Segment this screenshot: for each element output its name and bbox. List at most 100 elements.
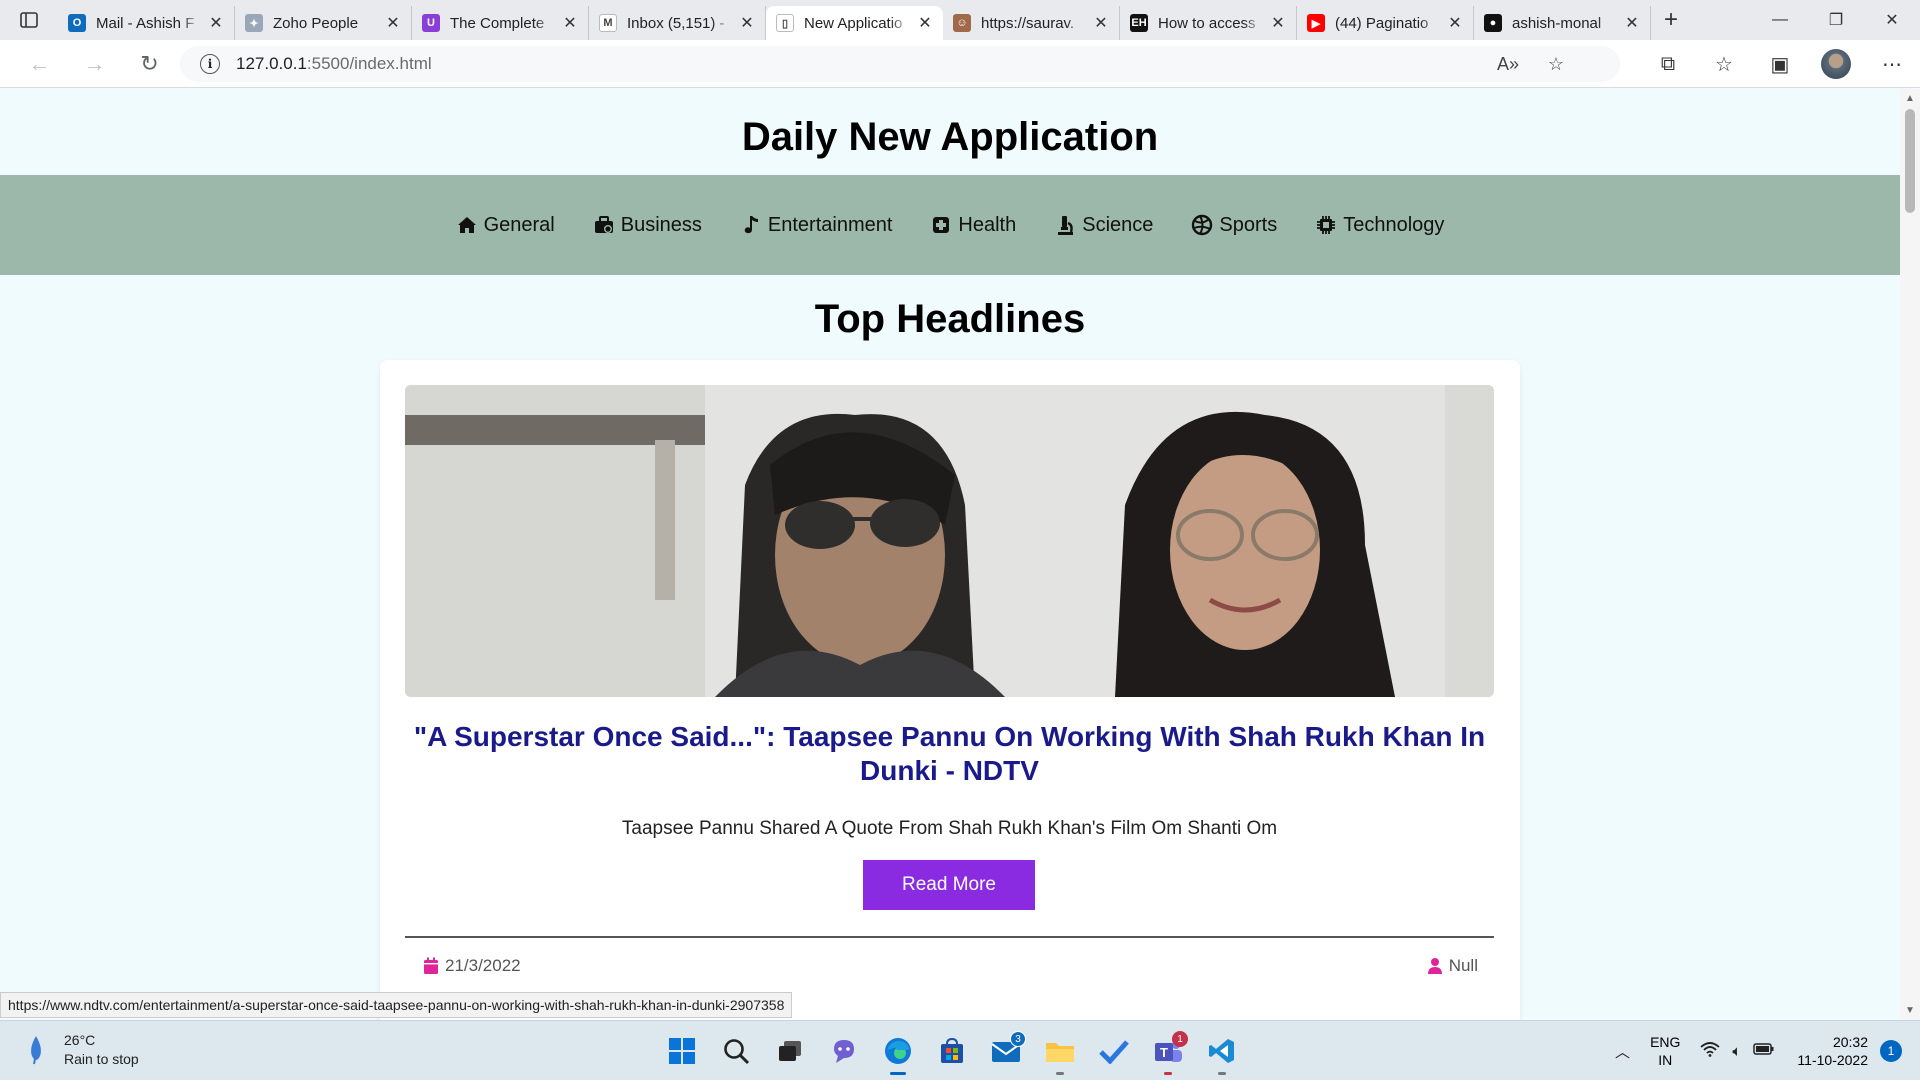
tab-close-icon[interactable]: ✕: [917, 13, 933, 33]
running-indicator: [1056, 1072, 1064, 1075]
taskbar-apps: 3 T 1: [660, 1029, 1244, 1075]
nav-item-business[interactable]: Business: [593, 214, 702, 237]
address-field[interactable]: i 127.0.0.1:5500/index.html: [180, 46, 1620, 82]
tab-close-icon[interactable]: ✕: [739, 13, 755, 33]
article-date-text: 21/3/2022: [445, 956, 521, 975]
section-title: Top Headlines: [814, 297, 1086, 341]
chevron-up-icon[interactable]: ︿: [1615, 1041, 1630, 1062]
language-indicator[interactable]: ENG IN: [1650, 1033, 1680, 1069]
tab-label: Inbox (5,151) -: [627, 14, 725, 32]
page-scrollbar[interactable]: ▲ ▼: [1900, 89, 1920, 1020]
tab-close-icon[interactable]: ✕: [1624, 13, 1640, 33]
browser-tab[interactable]: ▯ New Applicatio ✕: [766, 6, 943, 40]
clock[interactable]: 20:32 11-10-2022: [1797, 1033, 1868, 1069]
article-headline[interactable]: "A Superstar Once Said...": Taapsee Pann…: [405, 720, 1494, 788]
more-menu-icon[interactable]: ⋯: [1864, 40, 1920, 88]
nav-item-label: Entertainment: [767, 213, 893, 236]
read-more-button[interactable]: Read More: [863, 860, 1035, 910]
home-icon: [457, 217, 476, 233]
card-divider: [405, 936, 1494, 938]
tab-close-icon[interactable]: ✕: [1093, 13, 1109, 33]
lang-line1: ENG: [1650, 1034, 1681, 1050]
tab-close-icon[interactable]: ✕: [1447, 13, 1463, 33]
windows-logo-icon: [669, 1038, 695, 1064]
wifi-icon[interactable]: [1700, 1041, 1721, 1061]
tab-favicon-icon: M: [599, 14, 617, 32]
nav-item-health[interactable]: Health: [930, 214, 1016, 237]
running-indicator: [890, 1072, 906, 1075]
vscode-app-button[interactable]: [1200, 1029, 1244, 1075]
new-tab-button[interactable]: +: [1651, 3, 1691, 37]
url-path: :5500/index.html: [306, 54, 432, 73]
tab-favicon-icon: ☺: [953, 14, 971, 32]
back-button[interactable]: ←: [12, 40, 67, 88]
tab-actions-button[interactable]: [0, 0, 58, 40]
address-actions: A» ☆: [1484, 46, 1580, 82]
scroll-thumb[interactable]: [1905, 109, 1915, 213]
browser-tab[interactable]: ✦ Zoho People ✕: [235, 6, 412, 40]
extensions-icon[interactable]: ⧉: [1640, 40, 1696, 88]
nav-item-label: Health: [958, 213, 1017, 236]
file-explorer-button[interactable]: [1038, 1029, 1082, 1075]
tab-close-icon[interactable]: ✕: [1270, 13, 1286, 33]
category-nav: General Business Entertainment Health Scienc…: [0, 175, 1900, 275]
battery-icon[interactable]: [1753, 1042, 1775, 1060]
tab-label: (44) Paginatio: [1335, 14, 1429, 32]
site-info-icon[interactable]: i: [200, 54, 220, 74]
browser-tab[interactable]: EH How to access ✕: [1120, 6, 1297, 40]
store-app-button[interactable]: [930, 1029, 974, 1073]
todo-app-button[interactable]: [1092, 1029, 1136, 1073]
tab-actions-icon: [20, 12, 38, 28]
scroll-up-icon[interactable]: ▲: [1905, 93, 1915, 104]
browser-tab[interactable]: M Inbox (5,151) - ✕: [589, 6, 766, 40]
volume-icon[interactable]: 🔈︎: [1732, 1043, 1741, 1060]
minimize-button[interactable]: —: [1752, 0, 1808, 40]
nav-item-sports[interactable]: Sports: [1191, 214, 1277, 237]
refresh-button[interactable]: ↻: [122, 40, 177, 88]
read-aloud-icon[interactable]: A»: [1484, 54, 1532, 75]
profile-button[interactable]: [1808, 40, 1864, 88]
chat-app-button[interactable]: [822, 1029, 866, 1073]
edge-app-button[interactable]: [876, 1029, 920, 1075]
start-button[interactable]: [660, 1029, 704, 1073]
scroll-down-icon[interactable]: ▼: [1905, 1005, 1915, 1016]
article-description: Taapsee Pannu Shared A Quote From Shah R…: [621, 818, 1278, 839]
tab-favicon-icon: O: [68, 14, 86, 32]
close-window-button[interactable]: ✕: [1864, 0, 1920, 40]
weather-desc: Rain to stop: [64, 1051, 139, 1067]
running-indicator: [1218, 1072, 1226, 1075]
browser-tab[interactable]: O Mail - Ashish F ✕: [58, 6, 235, 40]
tab-label: Mail - Ashish F: [96, 14, 195, 32]
nav-item-science[interactable]: Science: [1054, 214, 1153, 237]
forward-button[interactable]: →: [67, 40, 122, 88]
nav-item-technology[interactable]: Technology: [1315, 214, 1444, 237]
collections-icon[interactable]: ▣: [1752, 40, 1808, 88]
mail-app-button[interactable]: 3: [984, 1029, 1028, 1073]
teams-app-button[interactable]: T 1: [1146, 1029, 1190, 1075]
browser-tab[interactable]: ☺ https://saurav. ✕: [943, 6, 1120, 40]
tab-close-icon[interactable]: ✕: [385, 13, 401, 33]
search-button[interactable]: [714, 1029, 758, 1073]
tab-favicon-icon: ●: [1484, 14, 1502, 32]
tab-label: Zoho People: [273, 14, 359, 32]
article-image: [405, 385, 1494, 697]
browser-tab[interactable]: U The Complete ✕: [412, 6, 589, 40]
microscope-icon: [1058, 216, 1074, 235]
favorites-icon[interactable]: ☆: [1696, 40, 1752, 88]
nav-item-entertainment[interactable]: Entertainment: [740, 213, 893, 237]
tab-close-icon[interactable]: ✕: [208, 13, 224, 33]
browser-tab[interactable]: ● ashish-monal ✕: [1474, 6, 1651, 40]
nav-item-general[interactable]: General: [456, 214, 555, 237]
add-favorite-icon[interactable]: ☆: [1532, 54, 1580, 75]
news-card: "A Superstar Once Said...": Taapsee Pann…: [380, 360, 1520, 1020]
rain-drop-icon: [31, 1036, 41, 1065]
tab-close-icon[interactable]: ✕: [562, 13, 578, 33]
notification-badge[interactable]: 1: [1880, 1040, 1902, 1062]
weather-widget[interactable]: 26°C Rain to stop: [26, 1031, 139, 1069]
status-bar-url: https://www.ndtv.com/entertainment/a-sup…: [0, 992, 793, 1018]
tab-strip: O Mail - Ashish F ✕ ✦ Zoho People ✕ U The Compl…: [58, 0, 1651, 40]
restore-button[interactable]: ❐: [1808, 0, 1864, 40]
browser-tab[interactable]: ▶ (44) Paginatio ✕: [1297, 6, 1474, 40]
address-toolbar: ← → ↻ i 127.0.0.1:5500/index.html A» ☆: [0, 40, 1920, 88]
task-view-button[interactable]: [768, 1029, 812, 1073]
